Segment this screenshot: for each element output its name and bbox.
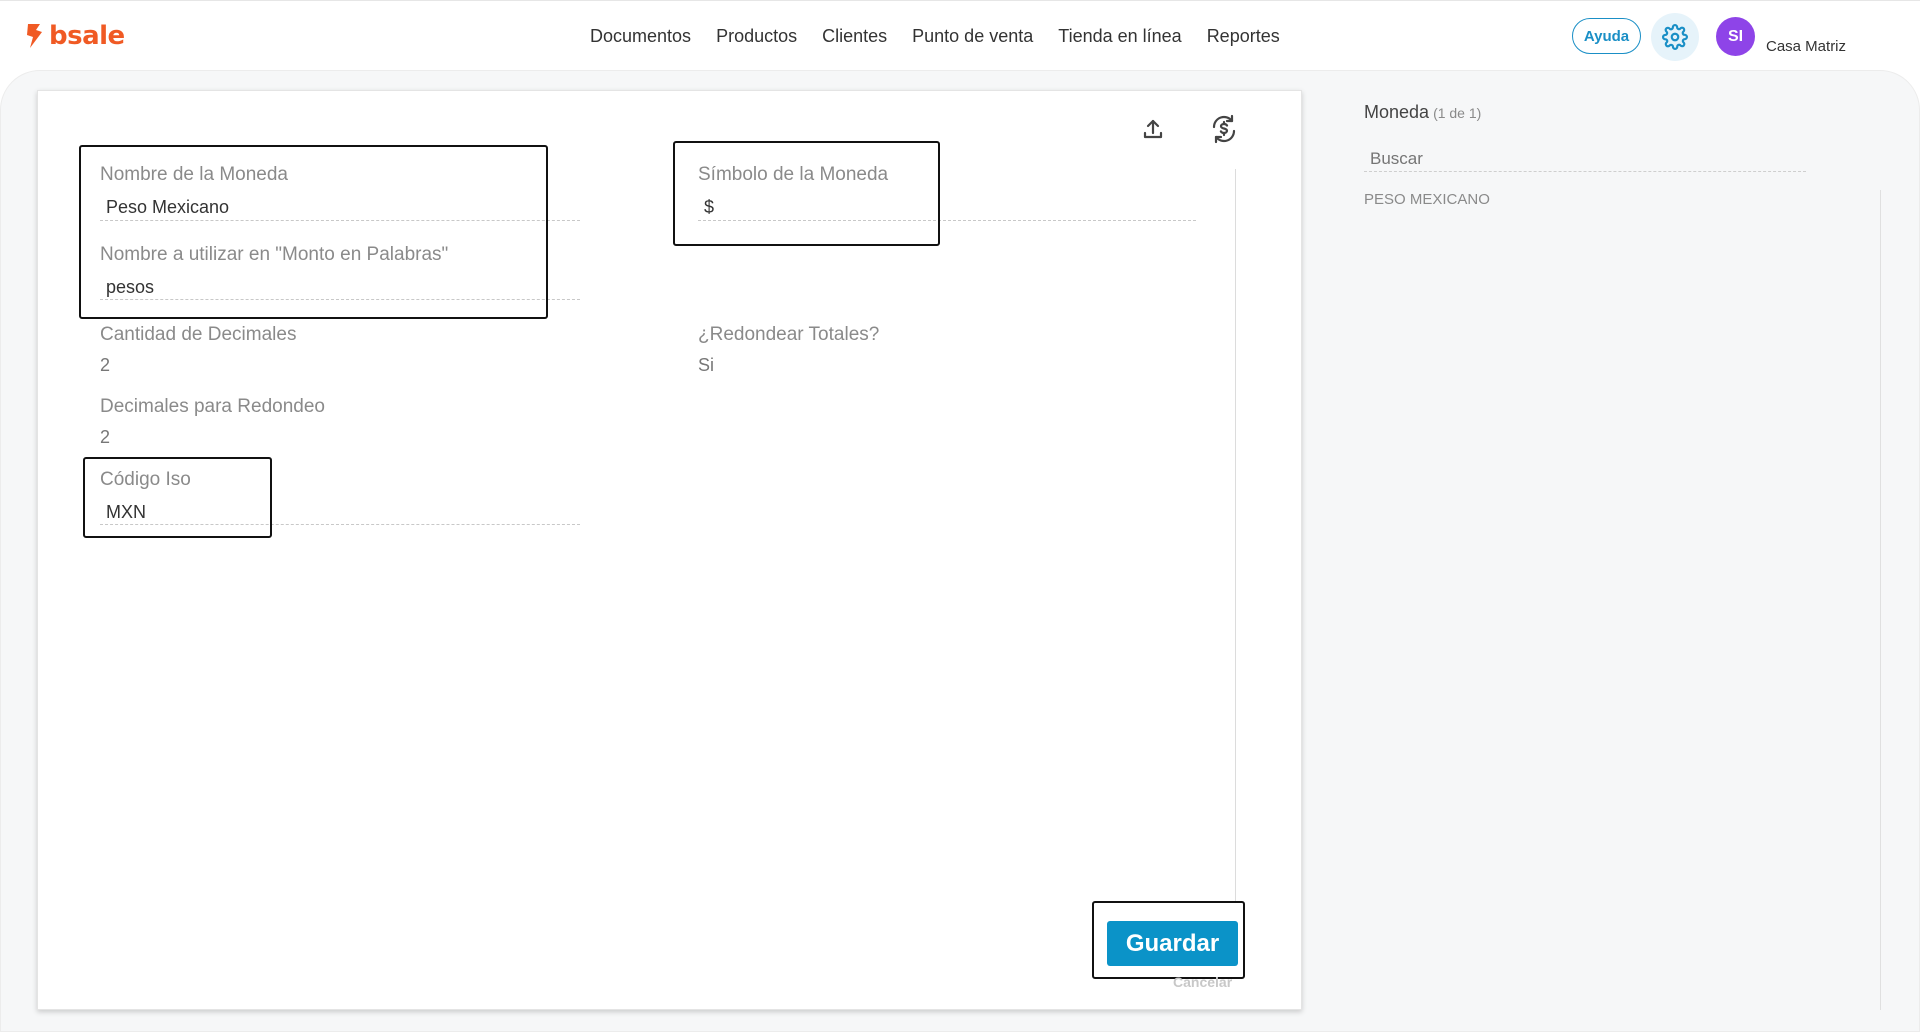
nav-item-documentos[interactable]: Documentos xyxy=(590,25,691,47)
sidebar-title: Moneda (1 de 1) xyxy=(1364,102,1481,123)
currency-exchange-icon xyxy=(1212,114,1236,144)
branch-name[interactable]: Casa Matriz xyxy=(1766,38,1846,55)
upload-button[interactable] xyxy=(1138,114,1168,144)
cancel-link[interactable]: Cancelar xyxy=(1173,974,1232,990)
bsale-logo-icon xyxy=(27,24,42,48)
nav-item-clientes[interactable]: Clientes xyxy=(822,25,887,47)
sidebar-search-input[interactable] xyxy=(1364,146,1806,172)
highlight-currency-name xyxy=(79,145,548,319)
card-divider xyxy=(1235,169,1236,901)
upload-icon xyxy=(1143,119,1163,139)
sidebar-count: (1 de 1) xyxy=(1433,105,1482,121)
round-totals-value: Si xyxy=(698,355,715,375)
sidebar-item-peso-mexicano[interactable]: PESO MEXICANO xyxy=(1364,191,1490,208)
decimals-label: Cantidad de Decimales xyxy=(100,324,297,345)
highlight-iso-code xyxy=(83,457,272,538)
nav-item-productos[interactable]: Productos xyxy=(716,25,797,47)
sidebar-scrollbar[interactable] xyxy=(1880,190,1881,1010)
bsale-logo[interactable]: bsale xyxy=(25,22,125,50)
gear-icon xyxy=(1662,24,1688,50)
brand-name: bsale xyxy=(49,21,125,51)
round-totals-label: ¿Redondear Totales? xyxy=(698,324,880,345)
nav-item-punto-de-venta[interactable]: Punto de venta xyxy=(912,25,1033,47)
help-button[interactable]: Ayuda xyxy=(1572,18,1641,54)
round-decimals-label: Decimales para Redondeo xyxy=(100,396,325,417)
settings-button[interactable] xyxy=(1651,13,1699,61)
top-bar: bsale Documentos Productos Clientes Punt… xyxy=(0,0,1920,70)
highlight-currency-symbol xyxy=(673,141,940,246)
user-avatar[interactable]: SI xyxy=(1716,17,1755,56)
nav-item-tienda-en-linea[interactable]: Tienda en línea xyxy=(1058,25,1181,47)
sidebar-title-text: Moneda xyxy=(1364,102,1430,122)
round-decimals-value: 2 xyxy=(100,427,111,447)
save-button[interactable]: Guardar xyxy=(1107,921,1238,966)
main-nav: Documentos Productos Clientes Punto de v… xyxy=(590,25,1280,47)
decimals-value: 2 xyxy=(100,355,111,375)
currency-exchange-button[interactable] xyxy=(1206,111,1242,147)
nav-item-reportes[interactable]: Reportes xyxy=(1207,25,1280,47)
